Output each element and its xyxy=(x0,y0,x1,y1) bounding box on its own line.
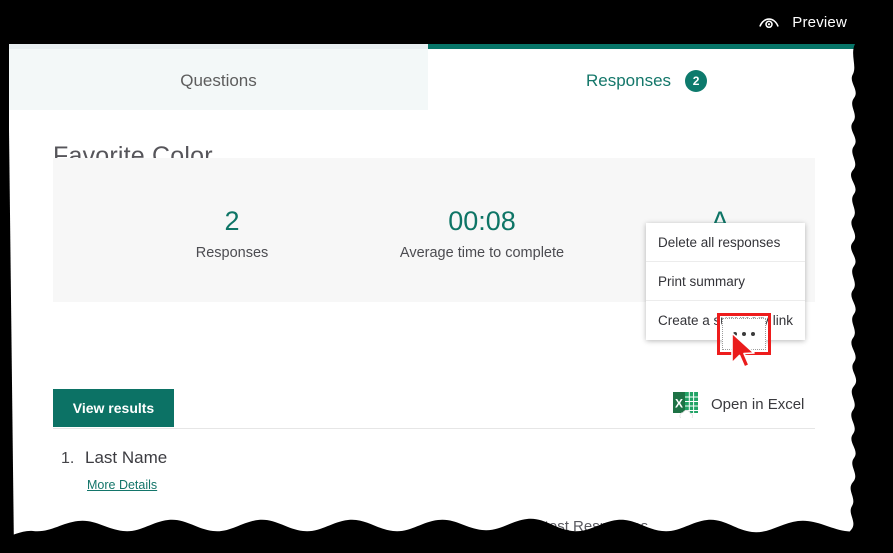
tab-questions[interactable]: Questions xyxy=(9,44,428,110)
responses-count-badge: 2 xyxy=(685,69,708,92)
view-results-button[interactable]: View results xyxy=(53,389,174,427)
question-number-partial: 2. xyxy=(172,530,186,547)
excel-icon: X xyxy=(673,392,698,418)
screenshot-root: Preview Questions Responses 2 Favorite C… xyxy=(0,0,893,553)
stat-average-time-value: 00:08 xyxy=(448,206,516,236)
menu-item-delete-all-responses[interactable]: Delete all responses xyxy=(646,223,805,262)
preview-button[interactable]: Preview xyxy=(758,12,847,32)
stat-average-time-label: Average time to complete xyxy=(399,245,565,261)
tab-responses[interactable]: Responses 2 xyxy=(428,44,865,110)
stat-responses-label: Responses xyxy=(195,245,269,261)
stat-responses-value: 2 xyxy=(224,206,240,236)
tab-responses-label: Responses xyxy=(585,70,672,90)
question-title: Last Name xyxy=(85,448,168,467)
top-black-bar: Preview xyxy=(0,0,893,44)
open-in-excel-button[interactable]: X Open in Excel xyxy=(673,390,804,418)
svg-text:X: X xyxy=(675,397,683,411)
mouse-cursor xyxy=(731,332,755,368)
stat-responses: 2 Responses xyxy=(145,204,319,261)
view-results-label: View results xyxy=(72,400,155,416)
latest-responses-label: Latest Responses xyxy=(528,518,649,535)
menu-item-print-summary-label: Print summary xyxy=(658,273,746,289)
eye-preview-icon xyxy=(759,18,780,29)
open-in-excel-label: Open in Excel xyxy=(711,395,805,413)
menu-item-delete-all-responses-label: Delete all responses xyxy=(658,234,781,250)
menu-item-print-summary[interactable]: Print summary xyxy=(646,262,805,301)
question-list-item: 1. Last Name xyxy=(61,448,167,468)
stat-average-time: 00:08 Average time to complete xyxy=(315,204,649,261)
forms-page: Questions Responses 2 Favorite Color 2 R… xyxy=(9,44,865,553)
more-details-link[interactable]: More Details xyxy=(87,478,157,492)
question-number: 1. xyxy=(61,450,75,467)
tab-questions-label: Questions xyxy=(180,70,257,90)
section-divider xyxy=(53,428,815,429)
preview-label: Preview xyxy=(792,13,847,31)
tab-strip: Questions Responses 2 xyxy=(9,44,865,110)
